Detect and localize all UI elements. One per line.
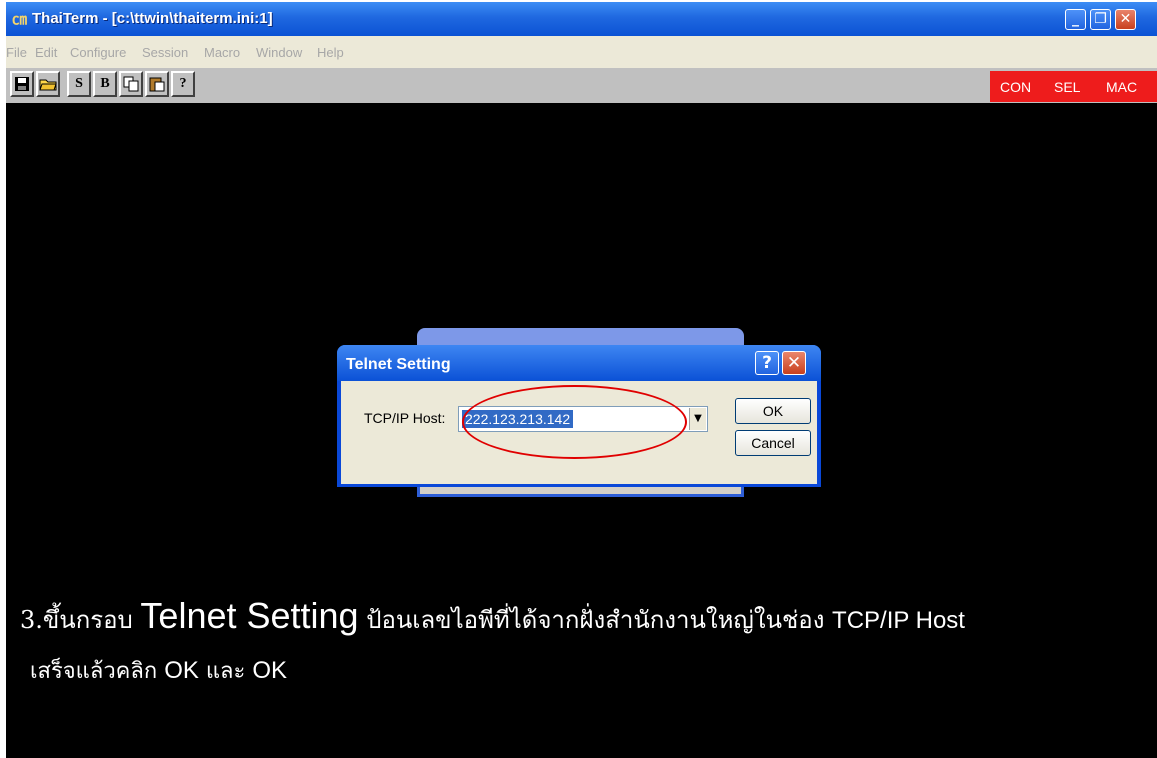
window-title: ThaiTerm - [c:\ttwin\thaiterm.ini:1] (32, 10, 273, 27)
instruction-text: 3.ขึ้นกรอบ Telnet Setting ป้อนเลขไอพีที่… (20, 595, 965, 688)
copy-button[interactable] (119, 71, 143, 97)
instruction-ok-1: OK (164, 657, 199, 684)
menu-edit[interactable]: Edit (35, 45, 57, 60)
chevron-down-icon[interactable]: ▼ (689, 408, 706, 430)
menu-window[interactable]: Window (256, 45, 302, 60)
instruction-dialog-name: Telnet Setting (140, 595, 359, 636)
dialog-help-button[interactable]: ? (755, 351, 779, 375)
instruction-step: 3.ขึ้นกรอบ (20, 606, 141, 634)
status-sel: SEL (1054, 79, 1081, 95)
menu-macro[interactable]: Macro (204, 45, 240, 60)
s-button[interactable]: S (67, 71, 91, 97)
open-button[interactable] (36, 71, 60, 97)
instruction-line-1: 3.ขึ้นกรอบ Telnet Setting ป้อนเลขไอพีที่… (20, 595, 965, 639)
folder-icon (39, 79, 57, 91)
menu-session[interactable]: Session (142, 45, 188, 60)
help-button[interactable]: ? (171, 71, 195, 97)
app-icon[interactable]: ㎝ (12, 11, 30, 27)
paste-button[interactable] (145, 71, 169, 97)
save-button[interactable] (10, 71, 34, 97)
highlight-ellipse (462, 385, 687, 459)
title-bar[interactable]: ㎝ ThaiTerm - [c:\ttwin\thaiterm.ini:1] _… (6, 2, 1157, 36)
menu-configure[interactable]: Configure (70, 45, 126, 60)
dialog-close-button[interactable]: ✕ (782, 351, 806, 375)
instruction-line-2: เสร็จแล้วคลิก OK และ OK (20, 653, 965, 688)
b-button[interactable]: B (93, 71, 117, 97)
status-indicators: CON SEL MAC (990, 71, 1157, 102)
ok-button[interactable]: OK (735, 398, 811, 424)
restore-button[interactable]: ❐ (1090, 9, 1111, 30)
floppy-icon (15, 77, 29, 91)
instruction-finish: เสร็จแล้วคลิก (30, 659, 165, 684)
instruction-body: ป้อนเลขไอพีที่ได้จากฝั่งสำนักงานใหญ่ในช่… (358, 606, 833, 634)
toolbar: S B ? CON SEL MAC (6, 68, 1157, 103)
minimize-button[interactable]: _ (1065, 9, 1086, 30)
copy-icon (123, 76, 139, 92)
status-con: CON (1000, 79, 1032, 95)
status-mac: MAC (1106, 79, 1138, 95)
instruction-and: และ (198, 659, 253, 684)
paste-icon (149, 77, 165, 92)
dialog-title-bar[interactable]: Telnet Setting ? ✕ (337, 345, 821, 381)
instruction-ok-2: OK (252, 657, 288, 684)
instruction-field-name: TCP/IP Host (832, 607, 965, 634)
menu-bar: File Edit Configure Session Macro Window… (6, 36, 1157, 68)
host-label: TCP/IP Host: (364, 410, 446, 426)
cancel-button[interactable]: Cancel (735, 430, 811, 456)
menu-file[interactable]: File (6, 45, 27, 60)
dialog-title: Telnet Setting (346, 356, 451, 373)
close-button[interactable]: ✕ (1115, 9, 1136, 30)
menu-help[interactable]: Help (317, 45, 344, 60)
